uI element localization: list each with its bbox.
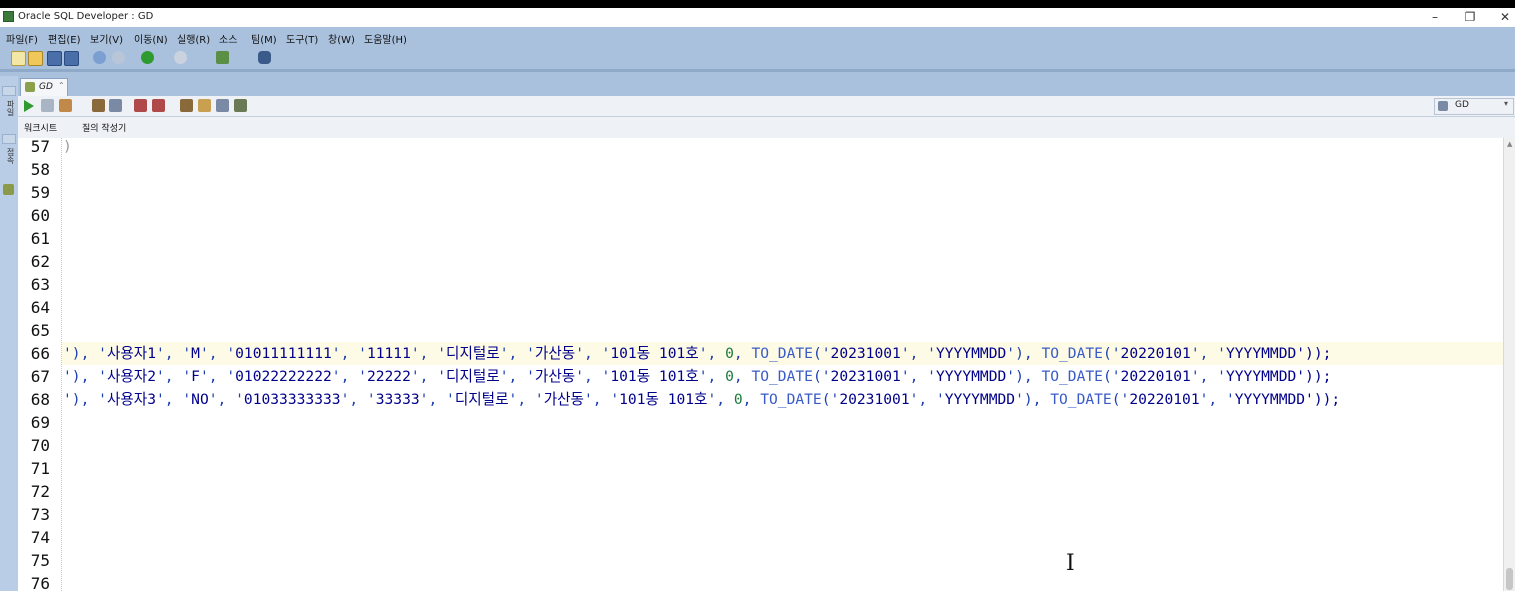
eraser-icon[interactable]	[198, 99, 211, 112]
line-number: 71	[30, 459, 50, 478]
main-toolbar	[0, 47, 1515, 69]
menu-edit[interactable]: 편집(E)	[48, 31, 81, 46]
line-number: 63	[30, 275, 50, 294]
menu-navigate[interactable]: 이동(N)	[134, 31, 168, 46]
close-button[interactable]: ✕	[1495, 9, 1515, 25]
menu-window[interactable]: 창(W)	[328, 31, 355, 46]
line-number: 65	[30, 321, 50, 340]
screen-top-border	[0, 0, 1515, 8]
connection-icon	[1438, 101, 1448, 111]
close-tab-icon[interactable]: ⌃	[58, 81, 65, 90]
connection-selector[interactable]: GD ▾	[1434, 98, 1514, 115]
run-script-icon[interactable]	[41, 99, 54, 112]
tab-worksheet[interactable]: 워크시트	[24, 121, 57, 134]
line-number: 74	[30, 528, 50, 547]
forward-icon[interactable]	[174, 51, 187, 64]
rollback-icon[interactable]	[92, 99, 105, 112]
connection-label: GD	[1455, 100, 1469, 110]
line-number: 69	[30, 413, 50, 432]
code-line[interactable]: '), '사용자1', 'M', '01011111111', '11111',…	[63, 342, 1331, 365]
run-statement-icon[interactable]	[24, 100, 34, 112]
panel-label-file[interactable]: 파일	[3, 100, 15, 116]
app-icon	[3, 11, 14, 22]
new-file-icon[interactable]	[11, 51, 26, 66]
menu-tools[interactable]: 도구(T)	[286, 31, 318, 46]
format-icon[interactable]	[234, 99, 247, 112]
title-bar: Oracle SQL Developer : GD – ❐ ✕	[0, 8, 1515, 27]
line-number: 70	[30, 436, 50, 455]
redo-icon[interactable]	[112, 51, 125, 64]
clear-icon[interactable]	[180, 99, 193, 112]
text-cursor-ibeam-icon: I	[1066, 551, 1075, 576]
scrollbar-thumb[interactable]	[1506, 568, 1513, 590]
line-number: 72	[30, 482, 50, 501]
panel-tab-icon[interactable]	[2, 134, 16, 144]
code-line[interactable]: '), '사용자3', 'NO', '01033333333', '33333'…	[63, 388, 1340, 411]
restore-button[interactable]: ❐	[1460, 9, 1480, 25]
worksheet-toolbar: GD ▾	[18, 96, 1515, 117]
undo-icon[interactable]	[93, 51, 106, 64]
worksheet-icon	[25, 82, 35, 92]
line-number: 61	[30, 229, 50, 248]
panel-tab-icon[interactable]	[2, 86, 16, 96]
line-number: 59	[30, 183, 50, 202]
menu-team[interactable]: 팀(M)	[251, 31, 277, 46]
line-number: 62	[30, 252, 50, 271]
autotrace-icon[interactable]	[134, 99, 147, 112]
line-number: 75	[30, 551, 50, 570]
back-icon[interactable]	[141, 51, 154, 64]
line-number-gutter: 57 58 59 60 61 62 63 64 65 66 67 68 69 7…	[18, 138, 62, 591]
line-number: 73	[30, 505, 50, 524]
code-line[interactable]: '), '사용자2', 'F', '01022222222', '22222',…	[63, 365, 1331, 388]
sql-tuning-icon[interactable]	[152, 99, 165, 112]
worksheet-tab-label: GD	[39, 82, 53, 92]
line-number: 68	[30, 390, 50, 409]
code-line[interactable]: )	[63, 138, 72, 158]
sql-editor[interactable]: 57 58 59 60 61 62 63 64 65 66 67 68 69 7…	[18, 138, 1503, 591]
chevron-down-icon: ▾	[1504, 99, 1509, 108]
panel-label-connections[interactable]: 접속	[3, 148, 15, 164]
toolbar-separator	[0, 69, 1515, 72]
scroll-up-icon[interactable]: ▲	[1507, 140, 1512, 148]
tab-query-builder[interactable]: 질의 작성기	[82, 121, 126, 134]
line-number: 76	[30, 574, 50, 591]
save-icon[interactable]	[47, 51, 62, 66]
reports-icon[interactable]	[3, 184, 14, 195]
menu-help[interactable]: 도움말(H)	[364, 31, 407, 46]
menu-source[interactable]: 소스	[219, 31, 237, 46]
monitor-icon[interactable]	[258, 51, 271, 64]
line-number: 60	[30, 206, 50, 225]
explain-plan-icon[interactable]	[109, 99, 122, 112]
minimize-button[interactable]: –	[1425, 9, 1445, 25]
menu-view[interactable]: 보기(V)	[90, 31, 123, 46]
line-number: 64	[30, 298, 50, 317]
history-icon[interactable]	[216, 99, 229, 112]
document-tab-bar: GD ⌃	[18, 76, 1515, 96]
left-side-panel-strip: 파일 접속	[0, 76, 19, 591]
menu-bar: 파일(F) 편집(E) 보기(V) 이동(N) 실행(R) 소스 팀(M) 도구…	[0, 27, 1515, 47]
vertical-scrollbar[interactable]: ▲	[1503, 138, 1515, 591]
line-number: 58	[30, 160, 50, 179]
line-number: 67	[30, 367, 50, 386]
worksheet-tab[interactable]: GD ⌃	[20, 78, 68, 96]
save-all-icon[interactable]	[64, 51, 79, 66]
menu-file[interactable]: 파일(F)	[6, 31, 38, 46]
migration-icon[interactable]	[216, 51, 229, 64]
line-number: 66	[30, 344, 50, 363]
worksheet-subtabs: 워크시트 질의 작성기	[18, 117, 1515, 139]
line-number: 57	[30, 138, 50, 156]
window-title: Oracle SQL Developer : GD	[18, 11, 154, 22]
commit-icon[interactable]	[59, 99, 72, 112]
open-folder-icon[interactable]	[28, 51, 43, 66]
menu-run[interactable]: 실행(R)	[177, 31, 210, 46]
